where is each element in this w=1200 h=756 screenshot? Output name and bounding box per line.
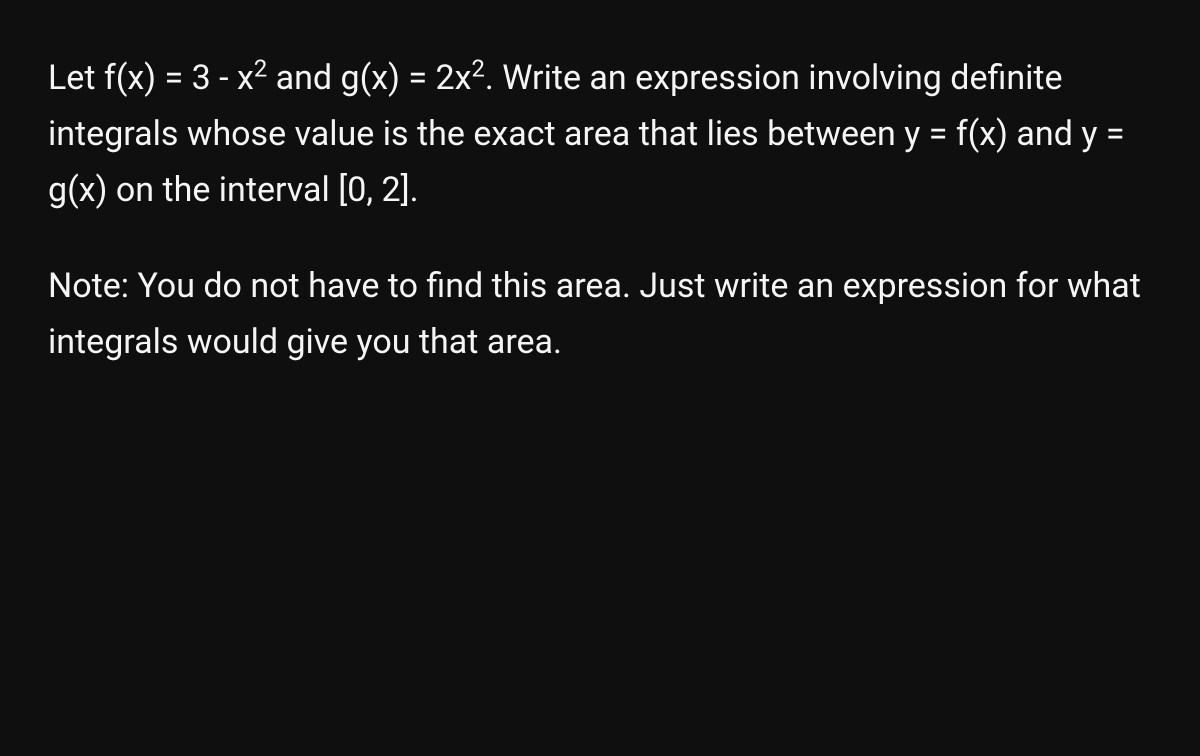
superscript: 2 xyxy=(471,55,484,83)
text-segment: and g(x) = 2x xyxy=(267,58,471,98)
problem-note: Note: You do not have to find this area.… xyxy=(48,258,1152,370)
problem-statement: Let f(x) = 3 - x2 and g(x) = 2x2. Write … xyxy=(48,50,1152,218)
problem-text: Let f(x) = 3 - x2 and g(x) = 2x2. Write … xyxy=(48,50,1152,370)
text-segment: Let f(x) = 3 - x xyxy=(48,58,254,98)
superscript: 2 xyxy=(254,55,267,83)
